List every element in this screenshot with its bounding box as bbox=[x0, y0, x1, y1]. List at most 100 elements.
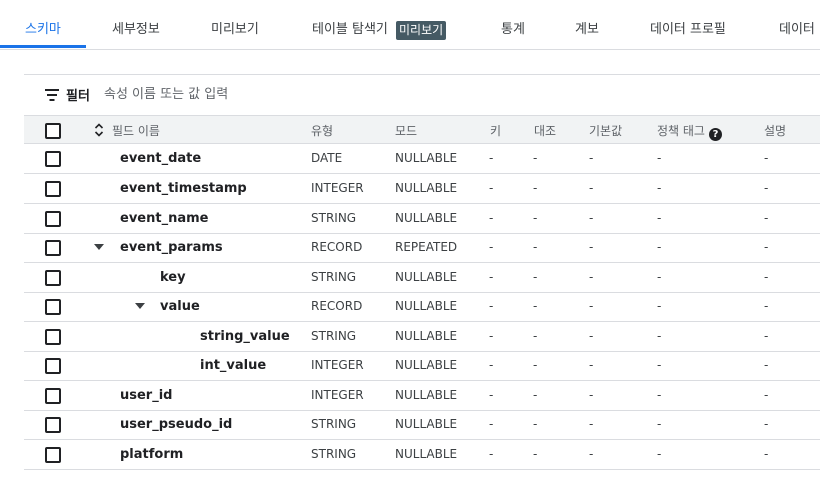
row-checkbox[interactable] bbox=[45, 211, 61, 227]
field-mode: NULLABLE bbox=[395, 181, 458, 195]
field-key: - bbox=[489, 299, 494, 313]
tab-lineage[interactable]: 계보 bbox=[575, 0, 599, 49]
col-policy-tags-label: 정책 태그 bbox=[657, 124, 705, 138]
tab-statistics[interactable]: 통계 bbox=[501, 0, 525, 49]
field-policy: - bbox=[657, 417, 662, 431]
table-row[interactable]: user_id INTEGER NULLABLE - - - - - bbox=[24, 381, 820, 411]
field-type: STRING bbox=[311, 211, 357, 225]
active-tab-indicator bbox=[0, 45, 86, 48]
tab-data-profile[interactable]: 데이터 프로필 bbox=[650, 0, 726, 49]
field-default: - bbox=[589, 329, 594, 343]
col-collation: 대조 bbox=[534, 124, 557, 138]
field-name: value bbox=[160, 299, 200, 314]
filter-input[interactable] bbox=[104, 83, 404, 105]
row-checkbox[interactable] bbox=[45, 270, 61, 286]
field-mode: NULLABLE bbox=[395, 151, 458, 165]
col-field-name[interactable]: 필드 이름 bbox=[112, 122, 160, 139]
collapse-caret-icon[interactable] bbox=[135, 303, 145, 309]
field-type: RECORD bbox=[311, 240, 363, 254]
tab-schema[interactable]: 스키마 bbox=[25, 0, 61, 49]
tab-table-explorer[interactable]: 테이블 탐색기 bbox=[312, 0, 388, 49]
row-checkbox[interactable] bbox=[45, 181, 61, 197]
field-default: - bbox=[589, 240, 594, 254]
field-default: - bbox=[589, 417, 594, 431]
sort-icon[interactable] bbox=[94, 123, 104, 137]
field-collation: - bbox=[533, 299, 538, 313]
table-row[interactable]: event_timestamp INTEGER NULLABLE - - - -… bbox=[24, 174, 820, 204]
field-collation: - bbox=[533, 388, 538, 402]
row-checkbox[interactable] bbox=[45, 299, 61, 315]
field-type: STRING bbox=[311, 417, 357, 431]
field-policy: - bbox=[657, 447, 662, 461]
field-default: - bbox=[589, 181, 594, 195]
col-mode: 모드 bbox=[395, 124, 418, 138]
field-policy: - bbox=[657, 299, 662, 313]
field-collation: - bbox=[533, 329, 538, 343]
col-key: 키 bbox=[490, 124, 502, 138]
field-name: event_params bbox=[120, 240, 223, 255]
col-type: 유형 bbox=[311, 124, 334, 138]
field-name: platform bbox=[120, 447, 184, 462]
filter-icon[interactable] bbox=[44, 89, 60, 101]
field-mode: NULLABLE bbox=[395, 417, 458, 431]
field-name: user_pseudo_id bbox=[120, 417, 233, 432]
table-header: 필드 이름 유형 모드 키 대조 기본값 정책 태그? 설명 bbox=[24, 115, 820, 144]
filter-label[interactable]: 필터 bbox=[66, 85, 90, 104]
row-checkbox[interactable] bbox=[45, 151, 61, 167]
field-name: string_value bbox=[200, 329, 290, 344]
tab-preview[interactable]: 미리보기 bbox=[211, 0, 259, 49]
field-key: - bbox=[489, 447, 494, 461]
col-policy-tags: 정책 태그? bbox=[657, 122, 722, 141]
table-row[interactable]: event_date DATE NULLABLE - - - - - bbox=[24, 144, 820, 174]
filter-bar: 필터 bbox=[24, 75, 820, 115]
table-row[interactable]: event_params RECORD REPEATED - - - - - bbox=[24, 233, 820, 263]
field-description: - bbox=[764, 299, 769, 313]
table-row[interactable]: user_pseudo_id STRING NULLABLE - - - - - bbox=[24, 410, 820, 440]
col-description: 설명 bbox=[764, 124, 787, 138]
field-default: - bbox=[589, 388, 594, 402]
field-name: int_value bbox=[200, 358, 267, 373]
field-mode: REPEATED bbox=[395, 240, 458, 254]
row-checkbox[interactable] bbox=[45, 388, 61, 404]
field-policy: - bbox=[657, 358, 662, 372]
field-description: - bbox=[764, 329, 769, 343]
row-checkbox[interactable] bbox=[45, 447, 61, 463]
field-mode: NULLABLE bbox=[395, 388, 458, 402]
field-mode: NULLABLE bbox=[395, 329, 458, 343]
row-checkbox[interactable] bbox=[45, 240, 61, 256]
field-name: event_name bbox=[120, 211, 209, 226]
row-checkbox[interactable] bbox=[45, 329, 61, 345]
field-collation: - bbox=[533, 151, 538, 165]
row-checkbox[interactable] bbox=[45, 358, 61, 374]
table-row[interactable]: int_value INTEGER NULLABLE - - - - - bbox=[24, 351, 820, 381]
tab-data[interactable]: 데이터 bbox=[779, 0, 815, 49]
collapse-caret-icon[interactable] bbox=[94, 244, 104, 250]
field-collation: - bbox=[533, 181, 538, 195]
row-checkbox[interactable] bbox=[45, 417, 61, 433]
field-default: - bbox=[589, 211, 594, 225]
select-all-checkbox[interactable] bbox=[45, 123, 61, 139]
field-policy: - bbox=[657, 151, 662, 165]
table-row[interactable]: string_value STRING NULLABLE - - - - - bbox=[24, 322, 820, 352]
field-policy: - bbox=[657, 240, 662, 254]
field-name: event_date bbox=[120, 151, 202, 166]
help-icon[interactable]: ? bbox=[708, 128, 722, 141]
field-collation: - bbox=[533, 417, 538, 431]
field-description: - bbox=[764, 240, 769, 254]
field-type: STRING bbox=[311, 447, 357, 461]
col-default: 기본값 bbox=[589, 124, 623, 138]
table-row[interactable]: platform STRING NULLABLE - - - - - bbox=[24, 440, 820, 470]
table-row[interactable]: event_name STRING NULLABLE - - - - - bbox=[24, 204, 820, 234]
field-type: INTEGER bbox=[311, 388, 364, 402]
field-collation: - bbox=[533, 211, 538, 225]
field-type: DATE bbox=[311, 151, 343, 165]
table-row[interactable]: value RECORD NULLABLE - - - - - bbox=[24, 292, 820, 322]
field-default: - bbox=[589, 270, 594, 284]
tab-details[interactable]: 세부정보 bbox=[112, 0, 160, 49]
field-policy: - bbox=[657, 270, 662, 284]
field-type: RECORD bbox=[311, 299, 363, 313]
field-type: STRING bbox=[311, 329, 357, 343]
field-key: - bbox=[489, 417, 494, 431]
field-description: - bbox=[764, 447, 769, 461]
table-row[interactable]: key STRING NULLABLE - - - - - bbox=[24, 263, 820, 293]
